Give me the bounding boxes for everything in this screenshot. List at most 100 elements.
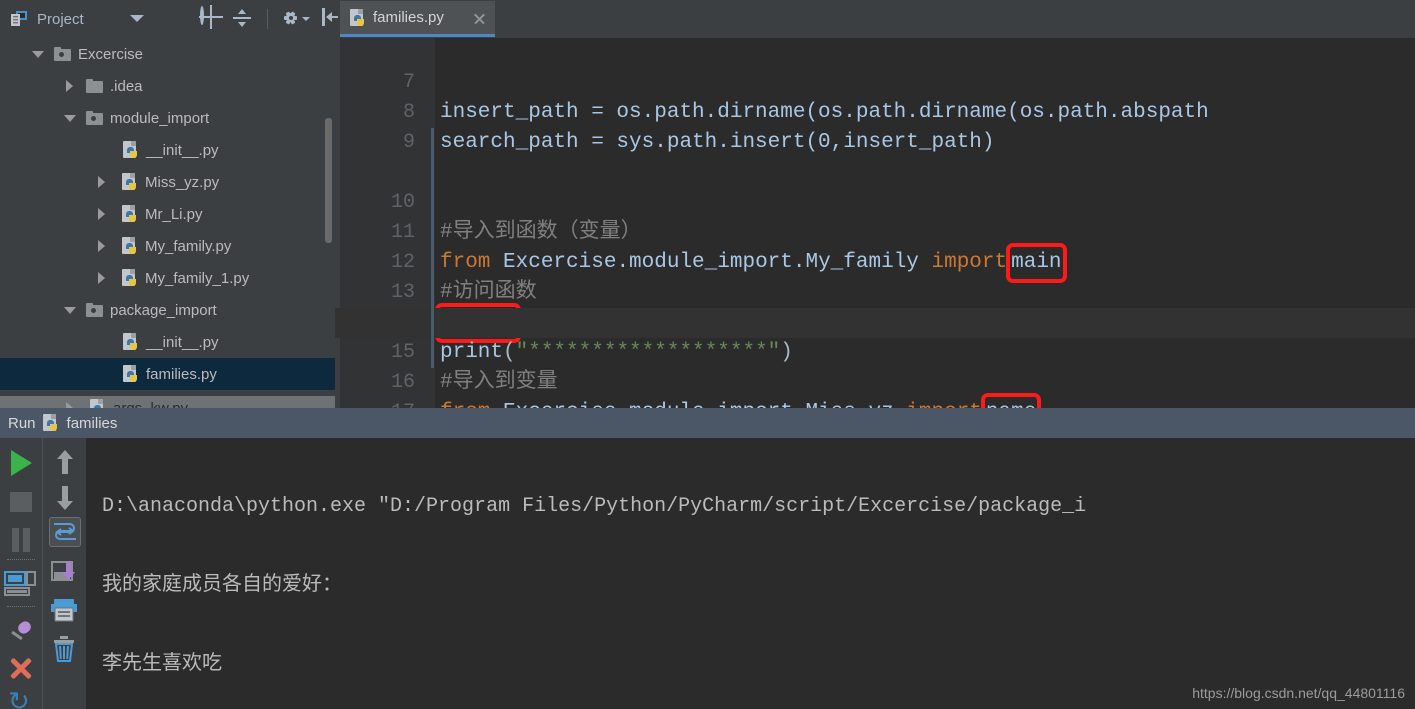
toolbar-divider xyxy=(7,558,35,561)
chevron-right-icon[interactable] xyxy=(64,80,76,92)
console-output[interactable]: D:\anaconda\python.exe "D:/Program Files… xyxy=(86,438,1415,709)
run-toolbar-right xyxy=(42,438,86,709)
arrow-down-icon[interactable] xyxy=(53,484,77,510)
console-line: 李先生喜欢吃 xyxy=(102,653,222,676)
change-marker xyxy=(431,278,434,308)
change-marker xyxy=(431,218,434,248)
chevron-down-icon[interactable] xyxy=(64,304,76,316)
code-line-14[interactable]: 14 print("*******************") xyxy=(335,248,1415,364)
run-tool-window: Run families ↻ D:\anaconda\python.exe "D… xyxy=(0,408,1415,709)
project-panel-title: Project xyxy=(37,10,84,28)
pause-button-icon[interactable] xyxy=(10,527,32,552)
keyword-from: from xyxy=(440,401,490,408)
folder-icon xyxy=(86,79,103,93)
tree-item-miss-yz-py[interactable]: Miss_yz.py xyxy=(0,166,335,198)
pycharm-window: Project families.py Excercise .idea modu… xyxy=(0,0,1415,709)
console-line: 我的家庭成员各自的爱好： xyxy=(102,574,342,597)
code-line-9[interactable]: 9 xyxy=(335,98,1415,154)
arrow-up-icon[interactable] xyxy=(53,450,77,476)
chevron-right-icon[interactable] xyxy=(96,240,108,252)
stop-button-icon[interactable] xyxy=(10,492,32,512)
code-editor[interactable]: 7 insert_path = os.path.dirname(os.path.… xyxy=(335,38,1415,408)
tree-item-excercise[interactable]: Excercise xyxy=(0,38,335,70)
change-marker xyxy=(431,338,434,368)
run-header: Run families xyxy=(0,408,1415,438)
tab-families-py[interactable]: families.py xyxy=(340,1,495,37)
module-path: Excercise.module_import.Miss_yz xyxy=(490,401,906,408)
chevron-down-icon[interactable] xyxy=(130,15,144,22)
run-config-name: families xyxy=(66,414,118,432)
project-panel-icon xyxy=(9,9,29,29)
code-line-11[interactable]: 11 from Excercise.module_import.My_famil… xyxy=(335,158,1415,283)
editor-tabstrip: families.py xyxy=(338,0,1415,38)
toolbar-divider xyxy=(7,605,35,608)
tree-item-label: module_import xyxy=(110,109,210,127)
print-icon[interactable] xyxy=(50,596,80,624)
source-folder-icon xyxy=(54,47,71,61)
line-text: from Excercise.module_import.Miss_yz imp… xyxy=(440,393,1042,408)
line-number: 17 xyxy=(335,398,415,408)
chevron-down-icon[interactable] xyxy=(32,48,44,60)
run-button-icon[interactable] xyxy=(10,450,32,476)
rerun-icon[interactable]: ↻ xyxy=(8,691,34,709)
close-tab-icon[interactable] xyxy=(8,655,34,679)
project-toolbar-icons xyxy=(200,0,343,38)
trash-icon[interactable] xyxy=(50,634,80,664)
tree-item-my-family-py[interactable]: My_family.py xyxy=(0,230,335,262)
tree-item-mr-li-py[interactable]: Mr_Li.py xyxy=(0,198,335,230)
python-file-icon xyxy=(122,237,138,255)
tree-item-label: .idea xyxy=(110,77,143,95)
tree-item-label: Mr_Li.py xyxy=(145,205,203,223)
tree-item-init-py-2[interactable]: __init__.py xyxy=(0,326,335,358)
project-tree[interactable]: Excercise .idea module_import __init__.p… xyxy=(0,38,335,408)
close-icon[interactable] xyxy=(473,12,486,25)
chevron-right-icon[interactable] xyxy=(96,176,108,188)
python-file-icon xyxy=(122,205,138,223)
change-marker xyxy=(431,248,434,278)
settings-gear-icon[interactable] xyxy=(281,8,310,30)
tree-scrollbar[interactable] xyxy=(325,118,332,243)
console-line: D:\anaconda\python.exe "D:/Program Files… xyxy=(102,495,1087,518)
line-text: #导入到变量 xyxy=(440,371,558,394)
python-file-icon xyxy=(123,365,139,383)
tree-item-my-family-1-py[interactable]: My_family_1.py xyxy=(0,262,335,294)
tree-item-label: families.py xyxy=(146,365,217,383)
chevron-down-icon[interactable] xyxy=(64,112,76,124)
tree-item-idea[interactable]: .idea xyxy=(0,70,335,102)
watermark-text: https://blog.csdn.net/qq_44801116 xyxy=(1192,685,1405,701)
collapse-all-icon[interactable] xyxy=(232,8,254,30)
code-line-15[interactable]: 15 #导入到变量 xyxy=(335,278,1415,394)
code-line-8[interactable]: 8 search_path = sys.path.insert(0,insert… xyxy=(335,68,1415,154)
code-line-16[interactable]: 16 from Excercise.module_import.Miss_yz … xyxy=(335,308,1415,408)
change-marker xyxy=(431,158,434,188)
tree-item-init-py-1[interactable]: __init__.py xyxy=(0,134,335,166)
code-line-13[interactable]: 13 main() xyxy=(335,218,1415,343)
chevron-right-icon[interactable] xyxy=(96,272,108,284)
toolbar-divider xyxy=(267,9,268,29)
tree-item-label: __init__.py xyxy=(146,141,219,159)
top-toolbar: Project families.py xyxy=(0,0,1415,38)
pin-tab-icon[interactable] xyxy=(8,618,34,644)
code-line-12[interactable]: 12 #访问函数 xyxy=(335,188,1415,304)
code-lines: 7 insert_path = os.path.dirname(os.path.… xyxy=(335,38,1415,408)
soft-wrap-icon[interactable] xyxy=(48,517,81,547)
show-console-icon[interactable] xyxy=(4,570,38,597)
tree-item-label: Excercise xyxy=(78,45,144,63)
python-file-icon xyxy=(42,414,59,432)
tree-item-module-import[interactable]: module_import xyxy=(0,102,335,134)
tree-item-families-py[interactable]: families.py xyxy=(0,358,335,390)
tree-item-label: __init__.py xyxy=(146,333,219,351)
code-line-7[interactable]: 7 insert_path = os.path.dirname(os.path.… xyxy=(335,38,1415,124)
chevron-right-icon[interactable] xyxy=(96,208,108,220)
python-file-icon xyxy=(350,8,366,27)
locate-target-icon[interactable] xyxy=(200,6,222,30)
source-folder-icon xyxy=(86,303,103,317)
code-line-17[interactable]: 17 print("Miss_yz.py中name=",name) xyxy=(335,338,1415,408)
export-icon[interactable] xyxy=(50,558,80,586)
tree-item-package-import[interactable]: package_import xyxy=(0,294,335,326)
code-line-10[interactable]: 10 #导入到函数（变量） xyxy=(335,128,1415,244)
source-folder-icon xyxy=(86,111,103,125)
tree-item-label: My_family_1.py xyxy=(145,269,250,287)
run-title: Run xyxy=(8,414,36,432)
run-toolbar-left: ↻ xyxy=(0,438,42,709)
